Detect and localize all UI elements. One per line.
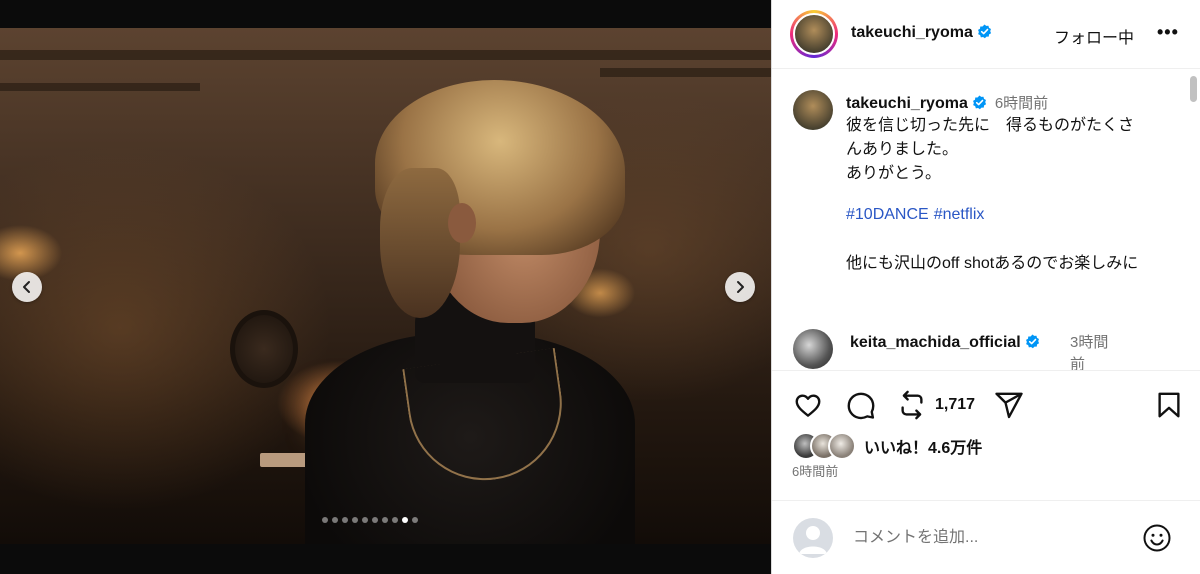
caption-header: takeuchi_ryoma 6時間前 bbox=[846, 92, 1048, 113]
like-button[interactable] bbox=[793, 390, 823, 420]
carousel-dot[interactable] bbox=[332, 517, 338, 523]
caption-time[interactable]: 6時間前 bbox=[995, 95, 1048, 112]
verified-icon bbox=[977, 24, 991, 39]
previous-slide-button[interactable] bbox=[12, 272, 42, 302]
following-button[interactable]: フォロー中 bbox=[1054, 24, 1134, 48]
author-avatar-image bbox=[793, 13, 835, 55]
author-avatar[interactable] bbox=[790, 10, 838, 58]
repost-count[interactable]: 1,717 bbox=[935, 396, 975, 414]
post-photo[interactable] bbox=[0, 28, 771, 544]
liker-avatars[interactable] bbox=[792, 432, 862, 460]
carousel-dot[interactable] bbox=[412, 517, 418, 523]
ceiling-beam bbox=[600, 68, 771, 77]
wall-mirror bbox=[230, 310, 298, 388]
comments-section: takeuchi_ryoma 6時間前 彼を信じ切った先に 得るものがたくさんあり… bbox=[772, 70, 1200, 370]
comments-scrollbar[interactable] bbox=[1190, 76, 1197, 102]
post-header: takeuchi_ryoma フォロー中 ••• bbox=[772, 0, 1200, 69]
caption-text: 彼を信じ切った先に 得るものがたくさんありました。 ありがとう。 bbox=[846, 117, 1135, 182]
verified-icon bbox=[972, 95, 986, 110]
share-button[interactable] bbox=[994, 390, 1024, 420]
ceiling-beam bbox=[0, 50, 771, 60]
emoji-button[interactable] bbox=[1142, 523, 1172, 553]
share-icon bbox=[995, 392, 1023, 419]
carousel-dot[interactable] bbox=[372, 517, 378, 523]
bookmark-icon bbox=[1158, 392, 1180, 418]
author-username-block: takeuchi_ryoma bbox=[851, 24, 992, 42]
hashtag-link[interactable]: #netflix bbox=[934, 206, 985, 223]
commenter-avatar[interactable] bbox=[793, 329, 833, 369]
commenter-username-text[interactable]: keita_machida_official bbox=[850, 334, 1021, 351]
commenter-username: keita_machida_official bbox=[850, 332, 1050, 354]
comment-composer bbox=[772, 500, 1200, 574]
post-sidebar: takeuchi_ryoma フォロー中 ••• takeuchi_ryoma 6… bbox=[771, 0, 1200, 574]
chevron-right-icon bbox=[737, 281, 744, 293]
comment-icon bbox=[847, 392, 875, 420]
actions-divider bbox=[772, 370, 1200, 371]
more-options-button[interactable]: ••• bbox=[1157, 22, 1179, 43]
repost-icon bbox=[901, 390, 923, 420]
carousel-dot[interactable] bbox=[392, 517, 398, 523]
save-button[interactable] bbox=[1154, 390, 1184, 420]
caption-hashtags: #10DANCE #netflix bbox=[846, 206, 989, 224]
next-slide-button[interactable] bbox=[725, 272, 755, 302]
heart-icon bbox=[795, 394, 821, 417]
carousel-dot[interactable] bbox=[402, 517, 408, 523]
carousel-dot[interactable] bbox=[342, 517, 348, 523]
carousel-indicator bbox=[322, 517, 418, 523]
comment-button[interactable] bbox=[846, 390, 876, 420]
carousel-dot[interactable] bbox=[352, 517, 358, 523]
comment-time[interactable]: 3時間前 bbox=[1070, 332, 1120, 370]
comment-input[interactable] bbox=[851, 525, 1125, 551]
post-media bbox=[0, 0, 771, 574]
verified-icon bbox=[1025, 334, 1039, 349]
repost-button[interactable] bbox=[897, 390, 927, 420]
chevron-left-icon bbox=[23, 281, 30, 293]
carousel-dot[interactable] bbox=[322, 517, 328, 523]
default-user-icon bbox=[799, 526, 827, 554]
likes-count[interactable]: いいね！4.6万件 bbox=[864, 434, 982, 458]
author-username[interactable]: takeuchi_ryoma bbox=[851, 24, 973, 41]
current-user-avatar bbox=[793, 518, 833, 558]
person-ear bbox=[448, 203, 476, 243]
post-time[interactable]: 6時間前 bbox=[792, 461, 838, 480]
carousel-dot[interactable] bbox=[382, 517, 388, 523]
caption-author-avatar[interactable] bbox=[793, 90, 833, 130]
emoji-icon bbox=[1143, 524, 1171, 552]
person-hair-side bbox=[380, 168, 460, 318]
liker-avatar bbox=[828, 432, 856, 460]
ceiling-beam bbox=[0, 83, 200, 91]
caption-text-2: 他にも沢山のoff shotあるのでお楽しみに bbox=[846, 255, 1139, 272]
hashtag-link[interactable]: #10DANCE bbox=[846, 206, 929, 223]
caption-username[interactable]: takeuchi_ryoma bbox=[846, 95, 968, 112]
carousel-dot[interactable] bbox=[362, 517, 368, 523]
